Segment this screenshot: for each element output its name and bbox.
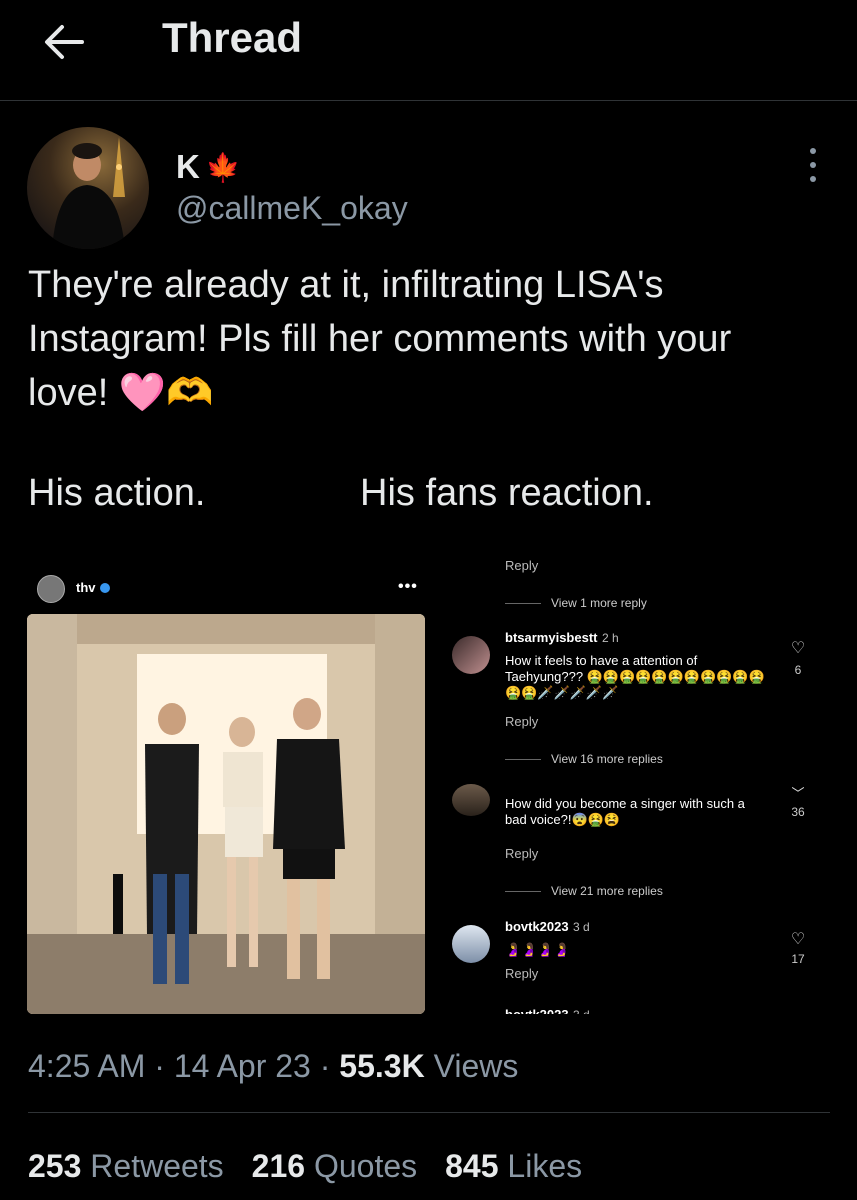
like-count: 6	[794, 663, 802, 677]
comment-time: 3 d	[573, 920, 590, 934]
dot-icon	[810, 176, 816, 182]
separator: ·	[319, 1048, 331, 1084]
reply-link[interactable]: Reply	[505, 846, 538, 861]
dot-icon	[810, 162, 816, 168]
avatar-photo	[52, 137, 125, 249]
view-replies-link[interactable]: View 16 more replies	[505, 752, 663, 766]
cut-off-comment: bovtk2023 3 d	[505, 1006, 590, 1014]
tweet-line: love! 🩷🫶	[28, 372, 214, 414]
ig-post-photo	[27, 614, 425, 1014]
author-name[interactable]: K 🍁	[176, 148, 241, 186]
page-title: Thread	[162, 14, 303, 61]
reply-link[interactable]: Reply	[505, 558, 538, 573]
ig-more-icon: •••	[398, 578, 418, 595]
divider-line	[505, 602, 541, 604]
comment-username[interactable]: bovtk2023	[505, 919, 569, 934]
ig-username-text: thv	[76, 580, 96, 595]
top-bar	[0, 0, 857, 101]
reply-link[interactable]: Reply	[505, 714, 538, 729]
tweet-line: Instagram! Pls fill her comments with yo…	[28, 318, 732, 360]
separator: ·	[154, 1048, 165, 1084]
retweets-stat[interactable]: 253 Retweets	[28, 1148, 224, 1185]
comment-text: How it feels to have a attention of Taeh…	[505, 653, 765, 700]
tweet-text: They're already at it, infiltrating LISA…	[28, 258, 828, 420]
view-replies-text: View 21 more replies	[551, 884, 663, 898]
divider-line	[505, 758, 541, 760]
photo-illustration	[27, 614, 425, 1014]
comment-username[interactable]: btsarmyisbestt	[505, 630, 597, 645]
reply-link[interactable]: Reply	[505, 966, 538, 981]
view-replies-link[interactable]: View 1 more reply	[505, 596, 647, 610]
tweet-line: They're already at it, infiltrating LISA…	[28, 264, 664, 306]
commenter-avatar[interactable]	[452, 925, 490, 963]
time-text: 4:25 AM	[28, 1048, 146, 1084]
quotes-count: 216	[251, 1148, 306, 1184]
views-label: Views	[433, 1048, 519, 1084]
caption-right: His fans reaction.	[360, 472, 654, 514]
back-button[interactable]	[42, 22, 86, 62]
maple-leaf-icon: 🍁	[205, 151, 241, 183]
likes-count: 845	[445, 1148, 499, 1184]
retweets-count: 253	[28, 1148, 82, 1184]
quotes-stat[interactable]: 216 Quotes	[252, 1148, 417, 1185]
commenter-avatar[interactable]	[452, 636, 490, 674]
comment-text: 🤰🤰🤰🤰	[505, 942, 570, 957]
comment-username: bovtk2023	[505, 1007, 569, 1014]
divider-line	[505, 890, 541, 892]
likes-label: Likes	[507, 1148, 583, 1184]
like-count: 36	[791, 805, 805, 819]
comment-time: 2 h	[601, 631, 619, 645]
comment-time: 3 d	[573, 1008, 590, 1014]
caption-left: His action.	[28, 472, 206, 514]
author-handle[interactable]: @callmeK_okay	[176, 190, 408, 227]
verified-badge-icon	[99, 582, 110, 593]
comment-text: How did you become a singer with such a …	[505, 796, 745, 827]
dot-icon	[810, 148, 816, 154]
engagement-stats: 253 Retweets 216 Quotes 845 Likes	[28, 1148, 582, 1185]
date-text[interactable]: 14 Apr 23	[174, 1048, 311, 1084]
arrow-left-icon	[45, 25, 84, 59]
heart-icon[interactable]: ♡	[788, 929, 808, 949]
display-name: K	[176, 148, 200, 185]
ig-post-avatar	[37, 575, 65, 603]
view-replies-link[interactable]: View 21 more replies	[505, 884, 663, 898]
comment-header: btsarmyisbestt 2 h	[505, 629, 619, 647]
like-count: 17	[791, 952, 805, 966]
retweets-label: Retweets	[90, 1148, 224, 1184]
more-options-button[interactable]	[800, 148, 826, 182]
author-avatar[interactable]	[27, 127, 149, 249]
view-replies-text: View 1 more reply	[551, 596, 647, 610]
views-count: 55.3K	[339, 1048, 425, 1084]
quotes-label: Quotes	[313, 1148, 418, 1184]
divider	[28, 1112, 830, 1113]
view-replies-text: View 16 more replies	[551, 752, 663, 766]
comment-header: bovtk2023 3 d	[505, 918, 590, 936]
chevron-down-icon[interactable]: ﹀	[788, 783, 808, 802]
likes-stat[interactable]: 845 Likes	[445, 1148, 582, 1185]
tweet-timestamp: 4:25 AM · 14 Apr 23 · 55.3K Views	[28, 1048, 518, 1085]
ig-post-username: thv	[76, 580, 110, 595]
commenter-avatar[interactable]	[452, 784, 490, 816]
heart-icon[interactable]: ♡	[788, 638, 808, 658]
